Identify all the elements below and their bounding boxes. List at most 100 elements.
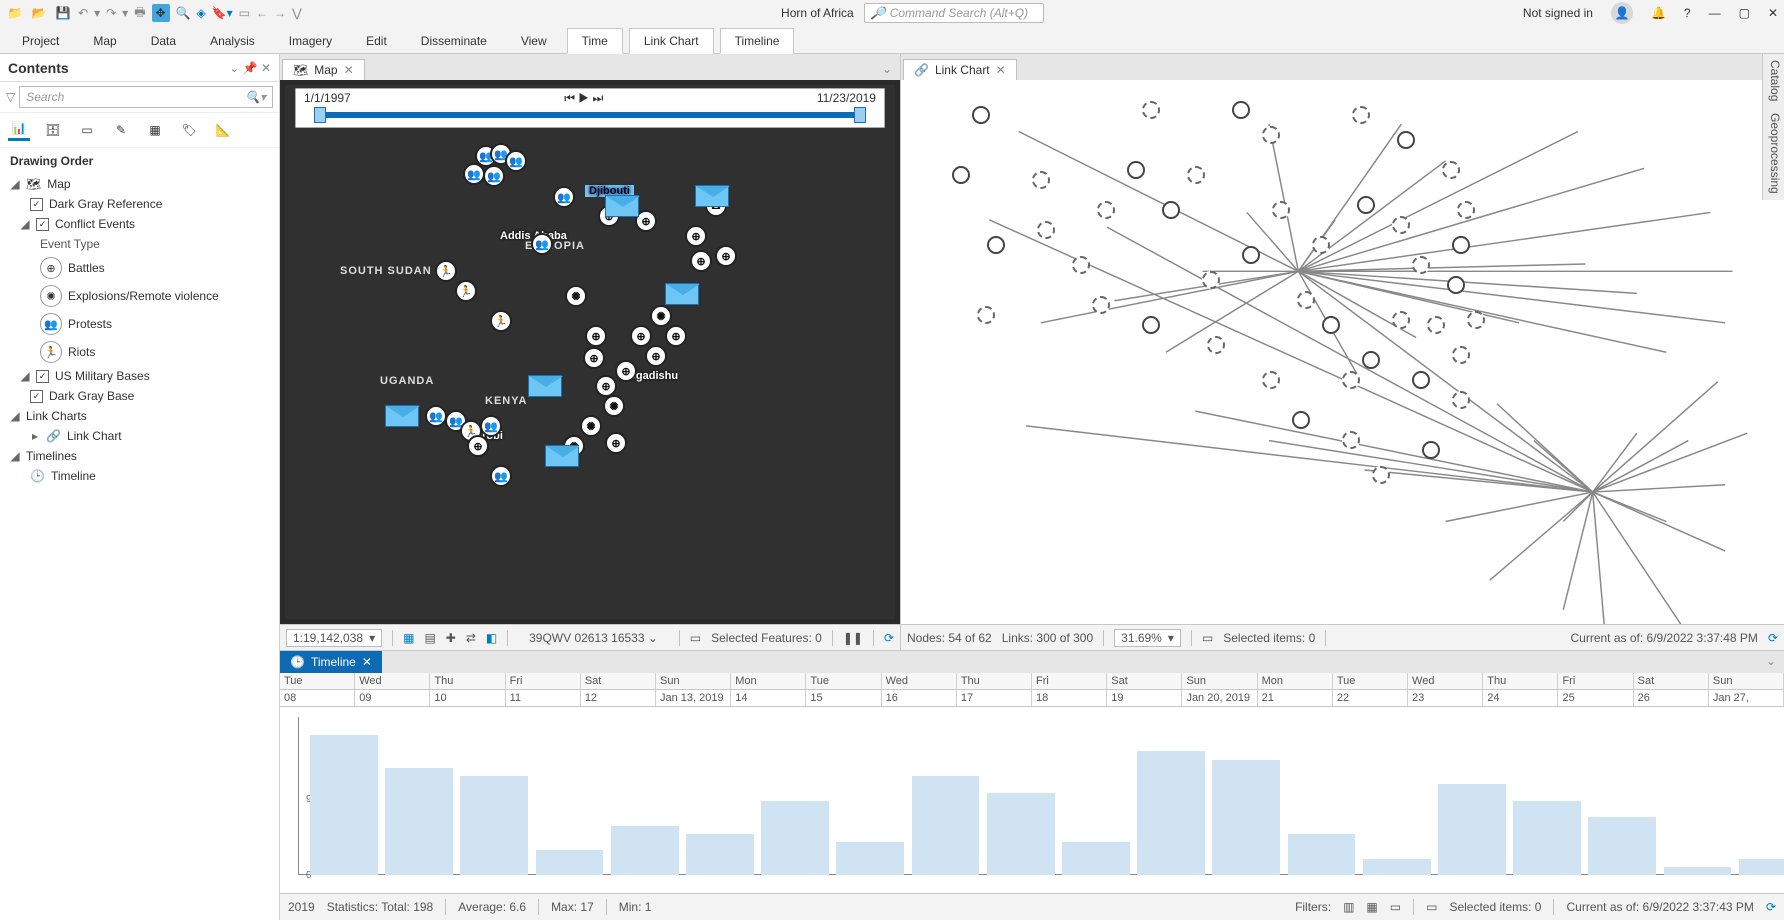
undo-dropdown-icon[interactable]: ▾: [94, 6, 100, 20]
checkbox-icon[interactable]: ✓: [30, 390, 43, 403]
pause-icon[interactable]: ❚❚: [843, 631, 863, 645]
toc-timeline-item[interactable]: 🕒Timeline: [0, 466, 279, 486]
play-icon[interactable]: ▶: [578, 91, 589, 105]
constraints-icon[interactable]: ✚: [446, 631, 456, 645]
link-node[interactable]: [1352, 106, 1370, 124]
forward-icon[interactable]: →: [274, 6, 286, 20]
link-node[interactable]: [1032, 171, 1050, 189]
link-node[interactable]: [1457, 201, 1475, 219]
map-scale-input[interactable]: 1:19,142,038▾: [286, 629, 382, 647]
step-back-icon[interactable]: ⏮: [564, 91, 575, 105]
link-node[interactable]: [1412, 256, 1430, 274]
toc-conflict-events[interactable]: ◢✓ Conflict Events: [0, 214, 279, 234]
timeline-bar[interactable]: [536, 850, 604, 875]
map-event-icon[interactable]: 🏃: [455, 280, 477, 302]
checkbox-icon[interactable]: ✓: [36, 370, 49, 383]
link-node[interactable]: [1312, 236, 1330, 254]
command-search-input[interactable]: 🔎 Command Search (Alt+Q): [864, 3, 1044, 23]
link-node[interactable]: [1207, 336, 1225, 354]
explore-tool-icon[interactable]: ✥: [152, 4, 170, 22]
link-node[interactable]: [1142, 316, 1160, 334]
select-icon[interactable]: ▭: [239, 6, 250, 20]
link-node[interactable]: [1357, 196, 1375, 214]
qat-customize-icon[interactable]: ⋁: [292, 6, 302, 20]
corrections-icon[interactable]: ⇄: [466, 631, 476, 645]
save-icon[interactable]: 💾: [54, 4, 72, 22]
link-node[interactable]: [1142, 101, 1160, 119]
link-node[interactable]: [1362, 351, 1380, 369]
map-event-icon[interactable]: ✺: [603, 395, 625, 417]
step-forward-icon[interactable]: ⏭: [592, 91, 603, 105]
link-node[interactable]: [1242, 246, 1260, 264]
map-event-icon[interactable]: 👥: [480, 415, 502, 437]
print-icon[interactable]: 🖶: [134, 3, 145, 24]
toc-link-chart-item[interactable]: ▸🔗 Link Chart: [0, 426, 279, 446]
link-node[interactable]: [1127, 161, 1145, 179]
zoom-full-icon[interactable]: 🔍: [176, 6, 191, 20]
chevron-down-icon[interactable]: ▾: [260, 90, 266, 104]
timeline-bar[interactable]: [1438, 784, 1506, 875]
timeline-bar[interactable]: [686, 834, 754, 875]
map-event-icon[interactable]: ✺: [565, 285, 587, 307]
legend-battles[interactable]: ⊕Battles: [0, 254, 279, 282]
link-node[interactable]: [1272, 201, 1290, 219]
map-event-icon[interactable]: ⊕: [690, 250, 712, 272]
timeline-bar[interactable]: [1288, 834, 1356, 875]
ribbon-tab-time[interactable]: Time: [567, 28, 623, 54]
map-event-icon[interactable]: ⊕: [615, 360, 637, 382]
map-event-icon[interactable]: ⊕: [645, 345, 667, 367]
time-slider[interactable]: 1/1/1997 ⏮ ▶ ⏭ 11/23/2019: [295, 88, 885, 128]
map-event-icon[interactable]: 👥: [490, 465, 512, 487]
dynamic-icon[interactable]: ◧: [486, 631, 497, 645]
link-node[interactable]: [1322, 316, 1340, 334]
link-node[interactable]: [952, 166, 970, 184]
minimize-icon[interactable]: —: [1709, 6, 1721, 20]
toc-link-charts-group[interactable]: ◢Link Charts: [0, 406, 279, 426]
checkbox-icon[interactable]: ✓: [36, 218, 49, 231]
timeline-bar[interactable]: [1588, 817, 1656, 875]
map-event-icon[interactable]: 👥: [483, 165, 505, 187]
timeline-bar[interactable]: [1212, 760, 1280, 875]
redo-icon[interactable]: ↷: [106, 6, 116, 20]
link-node[interactable]: [1072, 256, 1090, 274]
map-base-icon[interactable]: [605, 195, 639, 217]
close-panel-icon[interactable]: ✕: [261, 61, 271, 75]
timeline-bar[interactable]: [1513, 801, 1581, 875]
link-zoom-input[interactable]: 31.69%▾: [1114, 629, 1181, 647]
geoprocessing-rail-tab[interactable]: Geoprocessing: [1765, 113, 1782, 194]
link-node[interactable]: [1427, 316, 1445, 334]
ribbon-tab-edit[interactable]: Edit: [352, 29, 401, 53]
link-node[interactable]: [1452, 236, 1470, 254]
grid-icon[interactable]: ▤: [424, 631, 435, 645]
toc-us-military-bases[interactable]: ◢✓ US Military Bases: [0, 366, 279, 386]
help-icon[interactable]: ?: [1684, 6, 1691, 20]
timeline-bar[interactable]: [385, 768, 453, 875]
link-node[interactable]: [1292, 411, 1310, 429]
map-event-icon[interactable]: 👥: [505, 150, 527, 172]
link-node[interactable]: [987, 236, 1005, 254]
list-snapping-icon[interactable]: ▦: [144, 119, 166, 141]
timeline-bar[interactable]: [310, 735, 378, 875]
map-event-icon[interactable]: ⊕: [630, 325, 652, 347]
chevron-down-icon[interactable]: ⌄: [648, 631, 658, 645]
link-node[interactable]: [1092, 296, 1110, 314]
link-chart-canvas[interactable]: [901, 80, 1784, 624]
refresh-icon[interactable]: ⟳: [1766, 900, 1776, 914]
timeline-bar[interactable]: [912, 776, 980, 875]
ribbon-tab-timeline[interactable]: Timeline: [720, 28, 795, 54]
link-node[interactable]: [977, 306, 995, 324]
selection-icon[interactable]: ▭: [690, 631, 701, 645]
list-labeling-icon[interactable]: 🏷: [178, 119, 200, 141]
timeline-bar[interactable]: [836, 842, 904, 875]
map-canvas[interactable]: 1/1/1997 ⏮ ▶ ⏭ 11/23/2019: [280, 80, 900, 624]
map-event-icon[interactable]: ✺: [650, 305, 672, 327]
redo-dropdown-icon[interactable]: ▾: [122, 6, 128, 20]
selection-icon[interactable]: ▭: [1426, 900, 1437, 914]
chevron-down-icon[interactable]: ⌄: [1758, 651, 1784, 673]
selection-icon[interactable]: ▭: [1202, 631, 1213, 645]
link-node[interactable]: [1467, 311, 1485, 329]
legend-riots[interactable]: 🏃Riots: [0, 338, 279, 366]
link-node[interactable]: [1447, 276, 1465, 294]
sign-in-label[interactable]: Not signed in: [1523, 6, 1593, 20]
refresh-icon[interactable]: ⟳: [1768, 631, 1778, 645]
